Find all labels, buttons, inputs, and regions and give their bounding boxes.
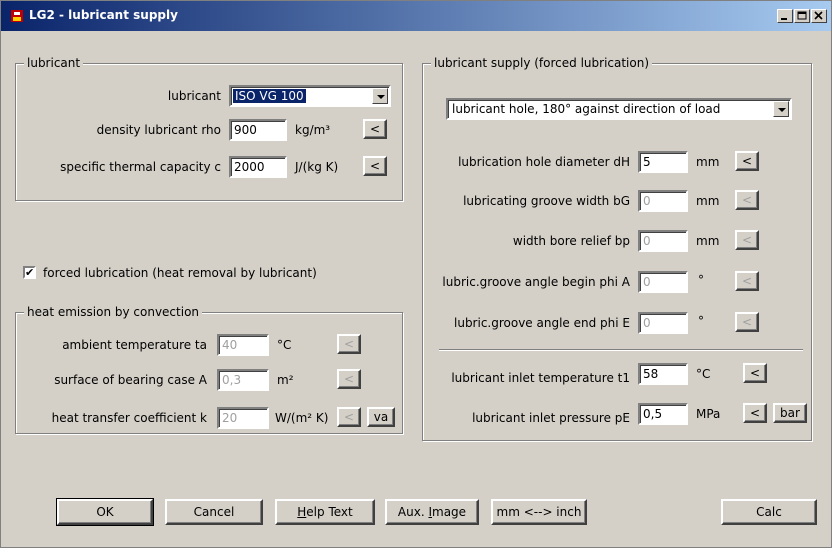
density-arrow-button[interactable]: < <box>363 119 387 139</box>
ambient-field[interactable]: 40 <box>217 334 269 356</box>
hole-diameter-label: lubrication hole diameter dH <box>458 155 630 169</box>
bar-button[interactable]: bar <box>773 403 807 423</box>
window-title: LG2 - lubricant supply <box>29 8 178 22</box>
capacity-field[interactable]: 2000 <box>229 156 287 178</box>
surface-unit: m² <box>277 373 294 387</box>
lubricant-select[interactable]: ISO VG 100 <box>229 85 391 107</box>
help-text-accel: H <box>297 505 307 519</box>
forced-lubrication-label[interactable]: forced lubrication (heat removal by lubr… <box>43 266 317 280</box>
unit-switch-button[interactable]: mm <--> inch <box>491 499 587 525</box>
capacity-label: specific thermal capacity c <box>60 160 221 174</box>
supply-mode-select[interactable]: lubricant hole, 180° against direction o… <box>446 98 792 120</box>
hole-diameter-field[interactable]: 5 <box>638 151 688 173</box>
aux-image-button[interactable]: Aux. Image <box>385 499 479 525</box>
inlet-temp-arrow-button[interactable]: < <box>743 363 767 383</box>
coeff-field[interactable]: 20 <box>217 407 269 429</box>
angle-end-label: lubric.groove angle end phi E <box>454 316 630 330</box>
angle-begin-label: lubric.groove angle begin phi A <box>442 275 630 289</box>
angle-begin-arrow-button[interactable]: < <box>735 271 759 291</box>
groove-width-label: lubricating groove width bG <box>463 194 630 208</box>
inlet-pressure-label: lubricant inlet pressure pE <box>472 411 630 425</box>
density-label: density lubricant rho <box>96 123 221 137</box>
lubricant-supply-group-title: lubricant supply (forced lubrication) <box>431 56 653 70</box>
capacity-arrow-button[interactable]: < <box>363 156 387 176</box>
minimize-button[interactable] <box>777 9 793 23</box>
maximize-icon <box>797 11 807 20</box>
ambient-label: ambient temperature ta <box>62 338 207 352</box>
app-icon <box>11 10 23 22</box>
chevron-down-icon[interactable] <box>372 88 388 104</box>
surface-label: surface of bearing case A <box>54 373 207 387</box>
ambient-unit: °C <box>277 338 292 352</box>
inlet-pressure-field[interactable]: 0,5 <box>638 403 688 425</box>
inlet-pressure-arrow-button[interactable]: < <box>743 403 767 423</box>
aux-image-label-pre: Aux. <box>397 505 429 519</box>
dialog-window: LG2 - lubricant supply lubricant lubrica… <box>0 0 832 548</box>
hole-diameter-arrow-button[interactable]: < <box>735 151 759 171</box>
close-button[interactable] <box>811 9 827 23</box>
cancel-button[interactable]: Cancel <box>165 499 263 525</box>
help-text-button[interactable]: Help Text <box>275 499 375 525</box>
supply-separator <box>439 349 803 351</box>
surface-arrow-button[interactable]: < <box>337 369 361 389</box>
hole-diameter-unit: mm <box>696 155 720 169</box>
bore-relief-field[interactable]: 0 <box>638 230 688 252</box>
inlet-temp-unit: °C <box>696 367 711 381</box>
coeff-unit: W/(m² K) <box>275 411 329 425</box>
angle-end-field[interactable]: 0 <box>638 312 688 334</box>
calc-button[interactable]: Calc <box>721 499 817 525</box>
density-unit: kg/m³ <box>295 123 331 137</box>
aux-image-label-rest: mage <box>432 505 467 519</box>
density-field[interactable]: 900 <box>229 119 287 141</box>
close-icon <box>814 11 823 20</box>
groove-width-unit: mm <box>696 194 720 208</box>
bore-relief-arrow-button[interactable]: < <box>735 230 759 250</box>
angle-end-arrow-button[interactable]: < <box>735 312 759 332</box>
bore-relief-unit: mm <box>696 234 720 248</box>
ambient-arrow-button[interactable]: < <box>337 334 361 354</box>
supply-mode-value: lubricant hole, 180° against direction o… <box>452 102 721 116</box>
ok-button[interactable]: OK <box>56 498 154 526</box>
inlet-temp-field[interactable]: 58 <box>638 363 688 385</box>
lubricant-group-title: lubricant <box>24 56 84 70</box>
lubricant-label: lubricant <box>167 89 221 103</box>
lubricant-select-value: ISO VG 100 <box>233 89 306 103</box>
capacity-unit: J/(kg K) <box>295 160 339 174</box>
angle-end-unit: ° <box>698 314 704 328</box>
angle-begin-field[interactable]: 0 <box>638 271 688 293</box>
minimize-icon <box>781 18 787 20</box>
surface-field[interactable]: 0,3 <box>217 369 269 391</box>
chevron-down-icon[interactable] <box>773 101 789 117</box>
inlet-temp-label: lubricant inlet temperature t1 <box>451 371 630 385</box>
inlet-pressure-unit: MPa <box>696 407 721 421</box>
convection-group-title: heat emission by convection <box>24 305 203 319</box>
help-text-label: elp Text <box>306 505 353 519</box>
coeff-arrow-button[interactable]: < <box>337 407 361 427</box>
groove-width-arrow-button[interactable]: < <box>735 190 759 210</box>
groove-width-field[interactable]: 0 <box>638 190 688 212</box>
coeff-label: heat transfer coefficient k <box>51 411 207 425</box>
va-button[interactable]: va <box>367 407 395 427</box>
angle-begin-unit: ° <box>698 273 704 287</box>
bore-relief-label: width bore relief bp <box>512 234 630 248</box>
title-bar[interactable]: LG2 - lubricant supply <box>1 1 831 31</box>
forced-lubrication-checkbox[interactable]: ✔ <box>23 266 36 279</box>
maximize-button[interactable] <box>794 9 810 23</box>
